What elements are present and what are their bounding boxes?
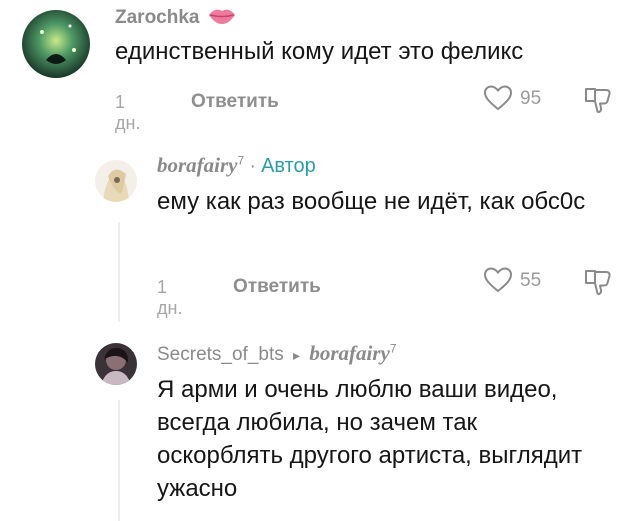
avatar[interactable]	[22, 10, 90, 78]
comment-time: 1 дн.	[157, 277, 183, 318]
thread-line	[118, 400, 120, 521]
comment-username-row: borafairy7 · Автор	[157, 153, 316, 178]
comment-username[interactable]: Zarochka	[115, 6, 237, 29]
comment-text: Я арми и очень люблю ваши видео, всегда …	[157, 376, 583, 502]
reply-to-username[interactable]: borafairy	[309, 341, 390, 365]
reply-arrow-icon: ▸	[293, 347, 301, 363]
avatar[interactable]	[95, 160, 137, 202]
comment-text: ему как раз вообще не идёт, как обс0с	[157, 188, 586, 215]
comment-username[interactable]: borafairy	[157, 153, 238, 177]
comment-username-row: Secrets_of_bts ▸ borafairy7	[157, 341, 397, 366]
like-count: 55	[520, 270, 542, 291]
thumbs-down-icon[interactable]	[582, 266, 614, 298]
lips-icon	[207, 6, 237, 26]
thumbs-down-icon[interactable]	[582, 84, 614, 116]
comment-text: единственный кому идет это феликс	[115, 38, 524, 65]
like-count: 95	[520, 88, 542, 109]
author-badge: Автор	[261, 155, 316, 177]
username-superscript: 7	[389, 341, 397, 356]
heart-icon[interactable]	[483, 266, 513, 294]
comment-time: 1 дн.	[115, 92, 141, 133]
heart-icon[interactable]	[483, 84, 513, 112]
separator: ·	[244, 156, 262, 177]
reply-button[interactable]: Ответить	[191, 91, 279, 113]
avatar[interactable]	[95, 343, 137, 385]
comment-username[interactable]: Secrets_of_bts	[157, 344, 284, 365]
thread-line	[118, 222, 120, 322]
reply-button[interactable]: Ответить	[233, 276, 321, 298]
